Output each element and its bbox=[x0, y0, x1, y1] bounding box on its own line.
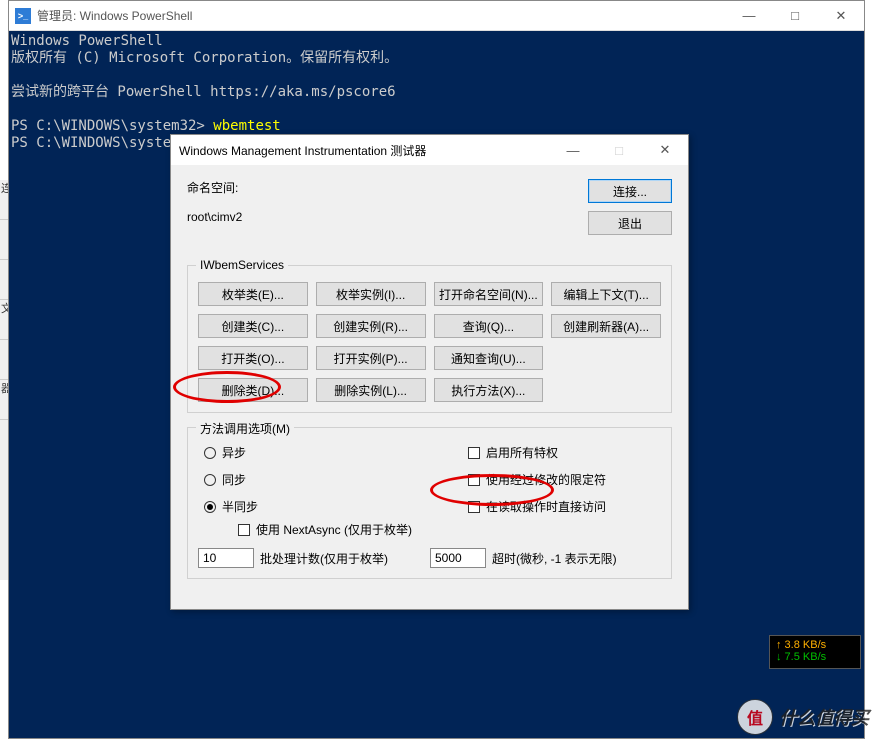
open-instance-button[interactable]: 打开实例(P)... bbox=[316, 346, 426, 370]
maximize-button[interactable]: □ bbox=[772, 1, 818, 31]
sync-radio[interactable]: 同步 bbox=[204, 471, 258, 488]
enum-instances-button[interactable]: 枚举实例(I)... bbox=[316, 282, 426, 306]
use-amended-qualifiers-checkbox[interactable]: 使用经过修改的限定符 bbox=[468, 471, 606, 488]
edit-context-button[interactable]: 编辑上下文(T)... bbox=[551, 282, 661, 306]
open-class-button[interactable]: 打开类(O)... bbox=[198, 346, 308, 370]
namespace-label: 命名空间: bbox=[187, 179, 588, 196]
batch-label: 批处理计数(仅用于枚举) bbox=[260, 550, 388, 567]
watermark-icon: 值 bbox=[737, 699, 773, 735]
enable-all-privileges-checkbox[interactable]: 启用所有特权 bbox=[468, 444, 606, 461]
batch-count-input[interactable] bbox=[198, 548, 254, 568]
exit-button[interactable]: 退出 bbox=[588, 211, 672, 235]
notification-query-button[interactable]: 通知查询(U)... bbox=[434, 346, 544, 370]
background-partial-window: 连 文 器 bbox=[0, 180, 8, 580]
group-legend: IWbemServices bbox=[196, 258, 288, 272]
delete-instance-button[interactable]: 删除实例(L)... bbox=[316, 378, 426, 402]
wbemtest-dialog: Windows Management Instrumentation 测试器 —… bbox=[170, 134, 689, 610]
powershell-titlebar[interactable]: >_ 管理员: Windows PowerShell — □ ✕ bbox=[9, 1, 864, 31]
dialog-titlebar[interactable]: Windows Management Instrumentation 测试器 —… bbox=[171, 135, 688, 165]
namespace-value: root\cimv2 bbox=[187, 210, 588, 224]
execute-method-button[interactable]: 执行方法(X)... bbox=[434, 378, 544, 402]
watermark-text: 什么值得买 bbox=[779, 704, 869, 730]
minimize-button[interactable]: — bbox=[726, 1, 772, 31]
powershell-title: 管理员: Windows PowerShell bbox=[37, 7, 726, 24]
connect-button[interactable]: 连接... bbox=[588, 179, 672, 203]
dialog-maximize-button[interactable]: □ bbox=[596, 135, 642, 165]
group2-legend: 方法调用选项(M) bbox=[196, 420, 294, 437]
network-speed-overlay: ↑ 3.8 KB/s ↓ 7.5 KB/s bbox=[769, 635, 861, 669]
create-refresher-button[interactable]: 创建刷新器(A)... bbox=[551, 314, 661, 338]
iwbemservices-group: IWbemServices 枚举类(E)... 枚举实例(I)... 打开命名空… bbox=[187, 265, 672, 413]
close-button[interactable]: ✕ bbox=[818, 1, 864, 31]
method-options-group: 方法调用选项(M) 异步 同步 半同步 启用所有特权 使用经过修改的限定符 在读… bbox=[187, 427, 672, 579]
open-namespace-button[interactable]: 打开命名空间(N)... bbox=[434, 282, 544, 306]
dialog-minimize-button[interactable]: — bbox=[550, 135, 596, 165]
dialog-title: Windows Management Instrumentation 测试器 bbox=[179, 142, 550, 159]
query-button[interactable]: 查询(Q)... bbox=[434, 314, 544, 338]
semisync-radio[interactable]: 半同步 bbox=[204, 498, 258, 515]
powershell-icon: >_ bbox=[15, 8, 31, 24]
delete-class-button[interactable]: 删除类(D)... bbox=[198, 378, 308, 402]
create-class-button[interactable]: 创建类(C)... bbox=[198, 314, 308, 338]
direct-read-checkbox[interactable]: 在读取操作时直接访问 bbox=[468, 498, 606, 515]
enum-classes-button[interactable]: 枚举类(E)... bbox=[198, 282, 308, 306]
async-radio[interactable]: 异步 bbox=[204, 444, 258, 461]
timeout-input[interactable] bbox=[430, 548, 486, 568]
nextasync-checkbox[interactable]: 使用 NextAsync (仅用于枚举) bbox=[238, 521, 661, 538]
timeout-label: 超时(微秒, -1 表示无限) bbox=[492, 550, 617, 567]
create-instance-button[interactable]: 创建实例(R)... bbox=[316, 314, 426, 338]
dialog-close-button[interactable]: ✕ bbox=[642, 135, 688, 165]
smzdm-watermark: 值 什么值得买 bbox=[737, 699, 869, 735]
